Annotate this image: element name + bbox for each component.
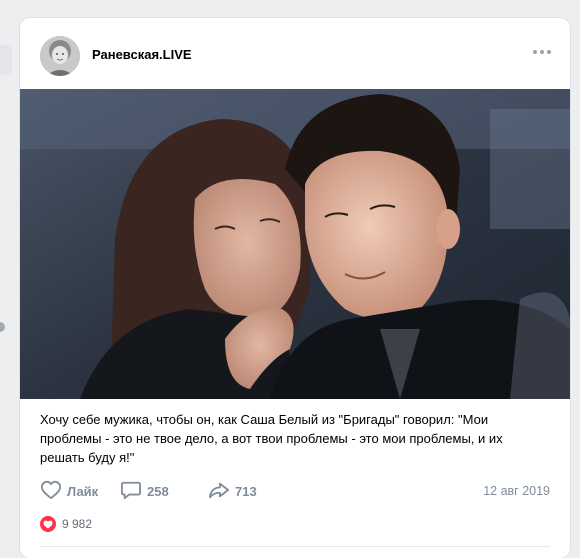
more-dots-icon[interactable]	[530, 42, 554, 62]
post-card: Раневская.LIVE Хочу себе мужика, чтобы о…	[20, 18, 570, 558]
share-button[interactable]: 713	[208, 480, 257, 502]
like-button[interactable]: Лайк	[40, 480, 98, 502]
comment-bubble-icon	[120, 480, 142, 503]
avatar[interactable]	[40, 36, 80, 76]
reactions-summary[interactable]: 9 982	[40, 516, 92, 532]
heart-outline-icon	[40, 480, 62, 503]
heart-filled-icon	[40, 516, 56, 532]
left-sidebar	[0, 0, 18, 547]
like-label: Лайк	[67, 483, 99, 499]
likes-count: 9 982	[62, 517, 93, 531]
post-header: Раневская.LIVE	[20, 18, 570, 88]
comments-count: 258	[147, 483, 169, 499]
post-photo[interactable]	[20, 89, 570, 399]
scroll-indicator	[0, 322, 5, 332]
share-arrow-icon	[208, 480, 230, 503]
post-author-name[interactable]: Раневская.LIVE	[92, 47, 192, 62]
left-nav-item[interactable]	[0, 45, 12, 75]
post-actions: Лайк 258 713 12 авг 2019	[40, 480, 550, 502]
post-text: Хочу себе мужика, чтобы он, как Саша Бел…	[40, 412, 503, 465]
shares-count: 713	[235, 483, 257, 499]
comment-button[interactable]: 258	[120, 480, 169, 502]
post-date[interactable]: 12 авг 2019	[483, 484, 550, 498]
